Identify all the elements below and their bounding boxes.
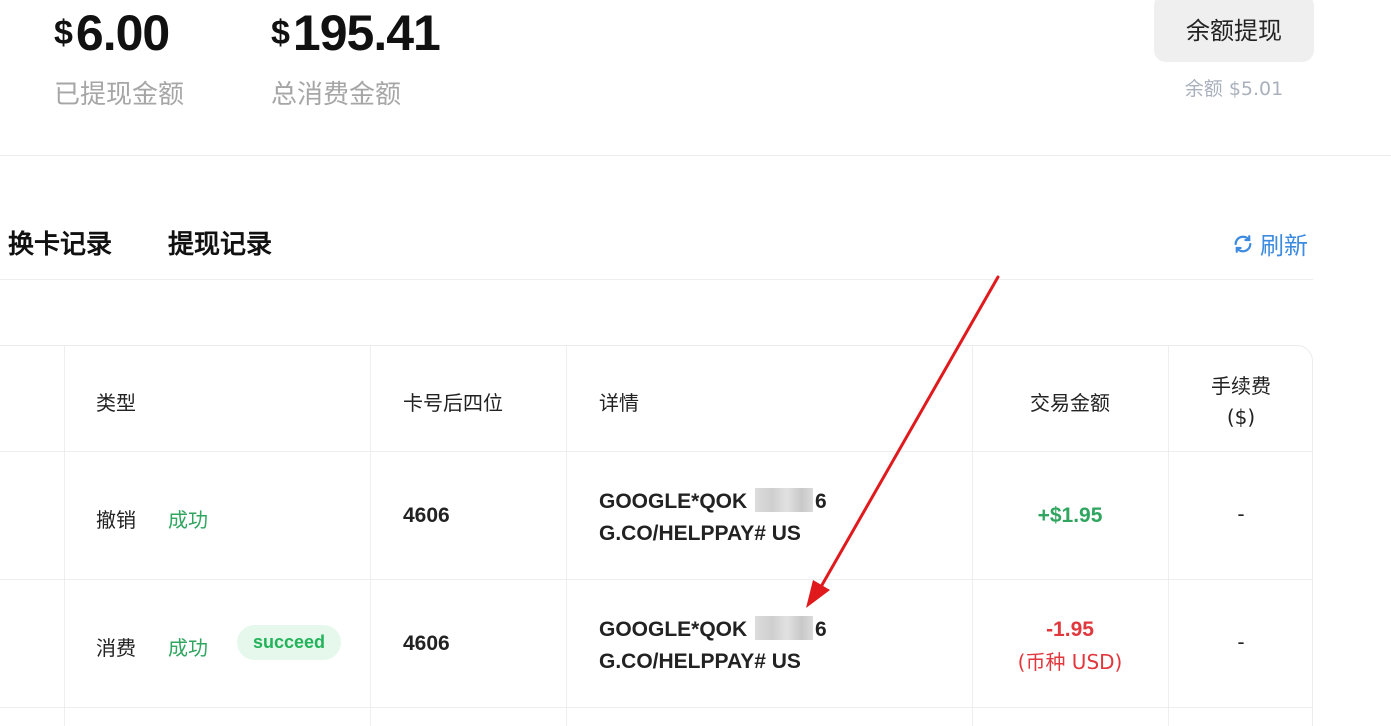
row-divider <box>0 707 1312 708</box>
column-divider <box>64 346 65 726</box>
row1-detail-merchant: GOOGLE*QOK <box>599 490 748 513</box>
row1-detail-suffix: 6 <box>815 490 827 513</box>
row2-card-last4: 4606 <box>403 632 450 655</box>
balance-note: 余额 $5.01 <box>1184 78 1284 100</box>
withdrawn-amount-stat: $6.00 已提现金额 <box>54 8 184 111</box>
row2-detail-line2: G.CO/HELPPAY# US <box>599 650 801 673</box>
row2-fee: - <box>1237 630 1245 654</box>
balance-withdraw-button[interactable]: 余额提现 <box>1154 0 1314 62</box>
withdrawn-amount-label: 已提现金额 <box>54 80 185 110</box>
row-divider <box>0 451 1312 452</box>
row2-detail-suffix: 6 <box>815 618 827 641</box>
withdrawn-amount-number: 6.00 <box>75 5 170 61</box>
total-spent-value: $195.41 <box>271 5 441 61</box>
row2-amount-value: -1.95 <box>1046 618 1094 641</box>
row2-detail-merchant: GOOGLE*QOK <box>599 618 748 641</box>
header-card-last4: 卡号后四位 <box>403 391 503 415</box>
row2-status: 成功 <box>168 636 208 660</box>
row-divider <box>0 579 1312 580</box>
total-spent-number: 195.41 <box>292 5 441 61</box>
header-type: 类型 <box>96 391 136 415</box>
row1-details: GOOGLE*QOK 6 G.CO/HELPPAY# US <box>599 486 827 550</box>
tab-withdraw-records[interactable]: 提现记录 <box>168 224 272 261</box>
total-spent-label: 总消费金额 <box>271 80 402 110</box>
column-divider <box>370 346 371 726</box>
refresh-button[interactable]: 刷新 <box>1232 226 1308 261</box>
header-fee-unit: ($) <box>1226 405 1256 429</box>
section-divider <box>0 155 1391 156</box>
header-fee-label: 手续费 <box>1211 374 1271 398</box>
status-badge: succeed <box>237 625 342 660</box>
row1-fee: - <box>1237 502 1245 526</box>
row2-amount-currency-note: (币种 USD) <box>1017 650 1123 674</box>
refresh-icon <box>1234 234 1252 253</box>
redacted-blur <box>755 488 814 512</box>
total-spent-stat: $195.41 总消费金额 <box>271 5 441 111</box>
transactions-table: 类型 卡号后四位 详情 交易金额 手续费 ($) 撤销 成功 4606 GOOG… <box>0 345 1313 726</box>
row1-card-last4: 4606 <box>403 504 450 527</box>
redacted-blur <box>755 616 814 640</box>
tab-card-change-records[interactable]: 换卡记录 <box>8 224 112 261</box>
row1-status: 成功 <box>168 508 208 532</box>
page: $6.00 已提现金额 $195.41 总消费金额 余额提现 余额 $5.01 … <box>0 0 1391 726</box>
refresh-label: 刷新 <box>1260 232 1308 260</box>
currency-symbol: $ <box>271 14 290 52</box>
currency-symbol: $ <box>54 14 73 52</box>
header-details: 详情 <box>599 391 639 415</box>
row1-amount: +$1.95 <box>1037 504 1103 527</box>
column-divider <box>566 346 567 726</box>
row2-type: 消费 <box>96 636 136 660</box>
header-fee: 手续费 ($) <box>1168 370 1312 429</box>
row2-amount: -1.95 (币种 USD) <box>972 614 1168 678</box>
row1-type: 撤销 <box>96 508 136 532</box>
row1-detail-line2: G.CO/HELPPAY# US <box>599 522 801 545</box>
row2-details: GOOGLE*QOK 6 G.CO/HELPPAY# US <box>599 614 827 678</box>
withdrawn-amount-value: $6.00 <box>54 8 184 58</box>
tabs-divider <box>0 279 1313 280</box>
header-amount: 交易金额 <box>1030 391 1110 415</box>
